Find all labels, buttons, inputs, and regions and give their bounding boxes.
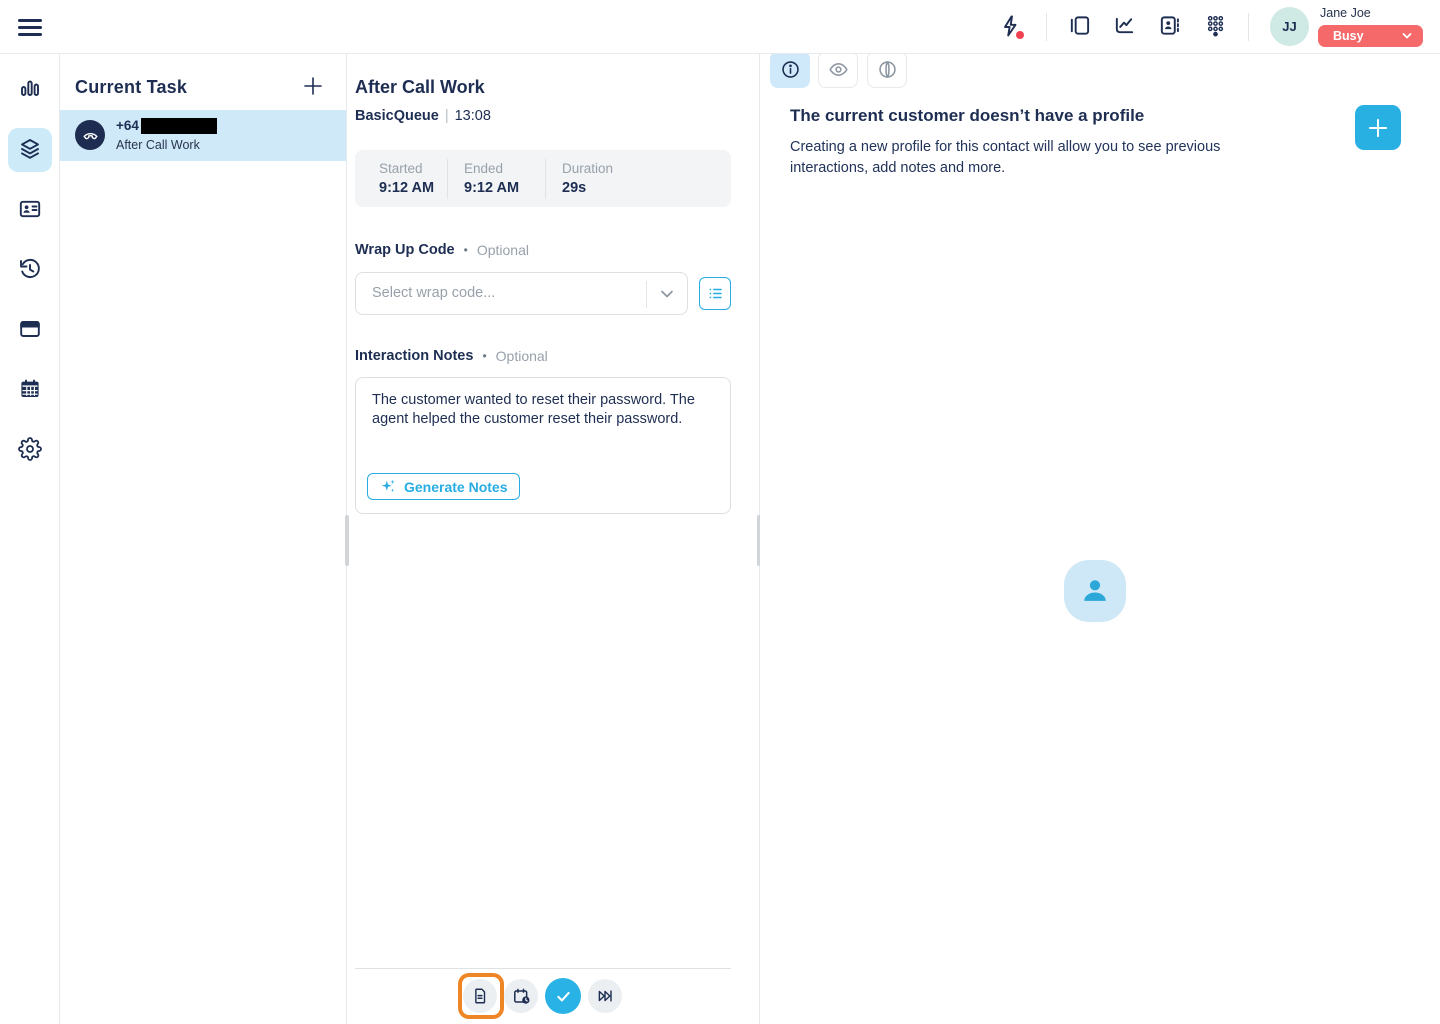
side-panel-icon: [1068, 14, 1091, 40]
nav-contacts[interactable]: [8, 188, 52, 232]
scrollbar-thumb[interactable]: [345, 515, 349, 566]
plus-icon: [301, 74, 325, 98]
acw-subtitle: BasicQueue | 13:08: [355, 108, 491, 124]
contact-card-icon: [18, 197, 42, 224]
task-texts: +64 After Call Work: [116, 117, 217, 152]
task-subtitle: After Call Work: [116, 138, 217, 152]
top-bar: JJ Jane Joe Busy: [0, 0, 1440, 54]
plus-icon: [1365, 115, 1391, 141]
interaction-notes-textarea[interactable]: The customer wanted to reset their passw…: [355, 377, 731, 514]
create-profile-button[interactable]: [1355, 105, 1401, 150]
stat-duration: Duration 29s: [545, 159, 627, 199]
call-stats-box: Started 9:12 AM Ended 9:12 AM Duration 2…: [355, 150, 731, 207]
nav-settings[interactable]: [8, 428, 52, 472]
task-list-item[interactable]: +64 After Call Work: [60, 110, 346, 161]
bullet-separator: •: [482, 349, 486, 363]
agent-status-button[interactable]: Busy: [1318, 25, 1423, 47]
side-panel-button[interactable]: [1061, 9, 1097, 45]
bullet-separator: •: [464, 243, 468, 257]
after-call-work-panel: After Call Work BasicQueue | 13:08 Started…: [347, 54, 760, 1024]
subtitle-separator: |: [445, 108, 449, 124]
skip-forward-icon: [596, 987, 614, 1005]
document-icon: [471, 987, 489, 1005]
metrics-button[interactable]: [1106, 9, 1142, 45]
calendar-icon: [18, 377, 42, 404]
queue-name: BasicQueue: [355, 108, 439, 124]
dialpad-icon: [1204, 14, 1227, 40]
topbar-divider: [1046, 13, 1047, 41]
nav-calendar[interactable]: [8, 368, 52, 412]
interaction-notes-label: Interaction Notes: [355, 348, 473, 364]
nav-history[interactable]: [8, 248, 52, 292]
tab-info[interactable]: [770, 51, 810, 88]
split-circle-icon: [877, 59, 898, 80]
hamburger-menu-icon[interactable]: [18, 15, 42, 39]
acw-timer: 13:08: [455, 108, 491, 124]
chevron-down-icon: [1401, 31, 1413, 41]
line-chart-icon: [1113, 14, 1136, 40]
wrap-up-code-placeholder: Select wrap code...: [372, 285, 495, 301]
address-book-icon: [1158, 14, 1181, 40]
task-phone-number: +64: [116, 118, 139, 133]
sparkle-icon: [380, 478, 397, 495]
tab-insights[interactable]: [867, 51, 907, 88]
complete-task-button[interactable]: [545, 978, 581, 1014]
app-root: JJ Jane Joe Busy: [0, 0, 1440, 1024]
history-icon: [18, 257, 42, 284]
wrap-up-code-list-button[interactable]: [699, 277, 731, 310]
user-avatar[interactable]: JJ: [1270, 7, 1309, 46]
gear-icon: [18, 437, 42, 464]
topbar-divider: [1248, 13, 1249, 41]
layers-icon: [18, 137, 42, 164]
customer-profile-panel: The current customer doesn’t have a prof…: [760, 54, 1440, 1024]
skip-button[interactable]: [588, 979, 622, 1013]
interaction-notes-text: The customer wanted to reset their passw…: [372, 391, 720, 429]
add-task-button[interactable]: [300, 74, 326, 100]
calendar-clock-icon: [512, 987, 531, 1006]
notification-dot: [1016, 31, 1024, 39]
notes-summary-button[interactable]: [463, 979, 497, 1013]
browser-window-icon: [18, 317, 42, 344]
stat-started: Started 9:12 AM: [379, 159, 447, 199]
person-icon: [1077, 573, 1113, 609]
bar-chart-icon: [18, 77, 42, 104]
profile-avatar-placeholder: [1064, 560, 1126, 622]
phone-handset-icon: [75, 120, 105, 150]
footer-divider: [355, 968, 731, 969]
profile-heading: The current customer doesn’t have a prof…: [790, 106, 1144, 126]
stat-ended: Ended 9:12 AM: [447, 159, 545, 199]
wrap-up-code-select[interactable]: Select wrap code...: [355, 272, 688, 315]
notes-optional-label: Optional: [496, 348, 548, 364]
task-panel-title: Current Task: [75, 77, 187, 98]
acw-title: After Call Work: [355, 77, 485, 98]
eye-icon: [828, 59, 849, 80]
redacted-phone-number: [141, 118, 217, 134]
chevron-down-icon: [659, 288, 675, 300]
left-nav-rail: [0, 54, 60, 1024]
info-icon: [780, 59, 801, 80]
tab-preview[interactable]: [818, 51, 858, 88]
current-task-panel: Current Task +64 After Call Work: [60, 54, 347, 1024]
nav-browser[interactable]: [8, 308, 52, 352]
profile-description: Creating a new profile for this contact …: [790, 137, 1262, 179]
schedule-callback-button[interactable]: [504, 979, 538, 1013]
interaction-notes-label-row: Interaction Notes • Optional: [355, 348, 548, 364]
wrap-up-code-label-row: Wrap Up Code • Optional: [355, 242, 529, 258]
check-icon: [554, 987, 573, 1006]
nav-tasks[interactable]: [8, 128, 52, 172]
directory-button[interactable]: [1151, 9, 1187, 45]
wrap-up-optional-label: Optional: [477, 242, 529, 258]
generate-notes-button[interactable]: Generate Notes: [367, 473, 520, 500]
user-name: Jane Joe: [1320, 6, 1371, 20]
select-divider: [646, 281, 647, 308]
lightning-button[interactable]: [993, 9, 1029, 45]
bullet-list-icon: [707, 285, 724, 302]
dialpad-button[interactable]: [1197, 9, 1233, 45]
nav-metrics[interactable]: [8, 68, 52, 112]
wrap-up-code-label: Wrap Up Code: [355, 242, 455, 258]
